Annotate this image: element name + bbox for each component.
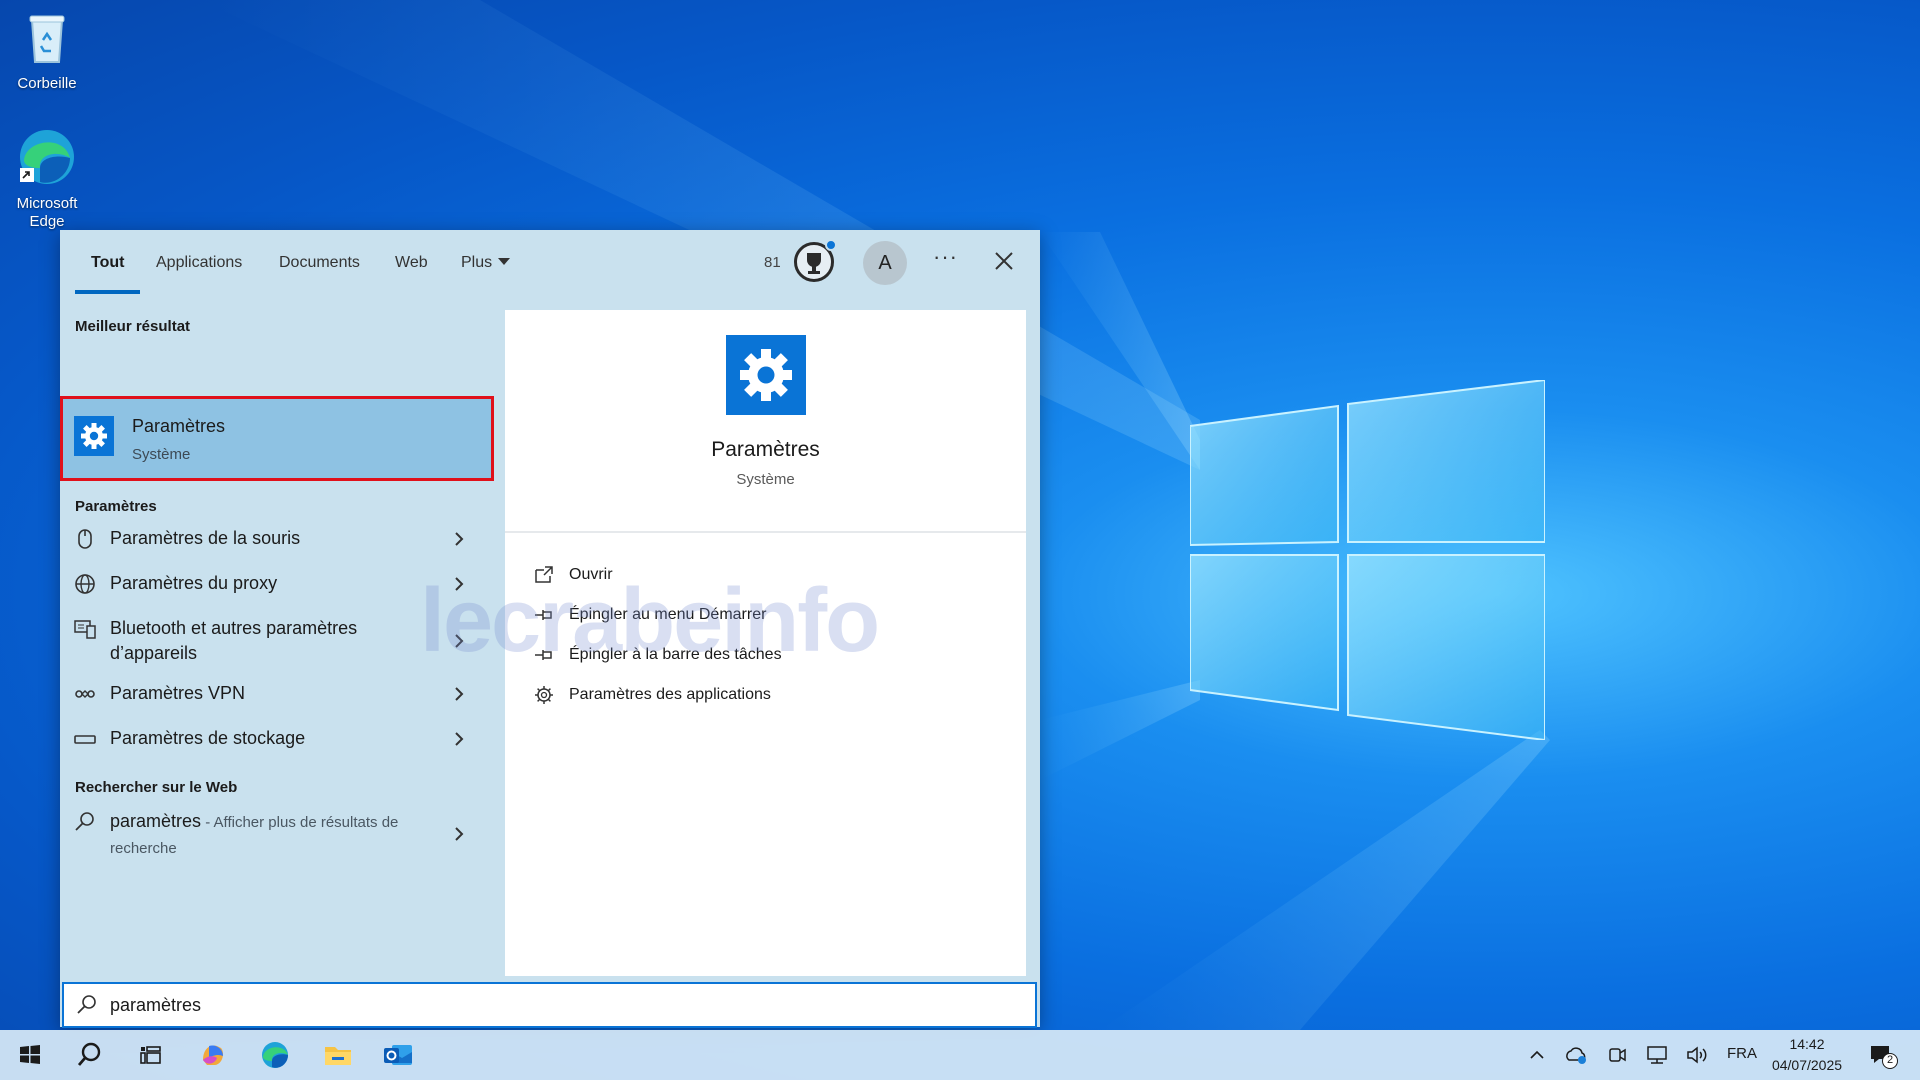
list-item-label: Paramètres de stockage (110, 728, 306, 748)
recycle-bin-icon[interactable]: Corbeille (4, 8, 90, 93)
web-search-query: paramètres (110, 811, 202, 831)
settings-gear-icon (74, 416, 114, 456)
vpn-icon (75, 690, 95, 698)
taskbar-search-button[interactable] (72, 1038, 108, 1072)
chevron-right-icon (455, 634, 464, 648)
results-list: Meilleur résultat Paramètres Système Par… (60, 294, 505, 976)
mouse-icon (78, 529, 92, 549)
task-view-button[interactable] (132, 1038, 168, 1072)
preview-title: Paramètres (711, 438, 820, 461)
file-explorer-icon[interactable] (320, 1038, 356, 1072)
list-item-label: Bluetooth et autres paramètres d’apparei… (110, 618, 358, 663)
pin-taskbar-action[interactable]: Épingler à la barre des tâches (533, 640, 933, 670)
preview-subtitle: Système (736, 471, 795, 488)
search-box (62, 982, 1037, 1028)
notification-center-button[interactable]: 2 (1868, 1042, 1898, 1070)
best-match-name: Paramètres (132, 416, 226, 436)
gear-icon (535, 686, 553, 704)
edge-icon (20, 130, 74, 184)
search-filter-bar: Tout Applications Documents Web Plus 81 … (60, 230, 1040, 294)
tab-documents[interactable]: Documents (279, 254, 360, 294)
desktop-icon-label: Microsoft Edge (16, 195, 78, 230)
list-item[interactable]: Paramètres du proxy (60, 564, 505, 608)
rewards-trophy-icon[interactable] (794, 239, 837, 282)
storage-icon (74, 735, 96, 744)
trash-icon (29, 15, 65, 63)
settings-gear-icon (726, 335, 806, 415)
tab-all[interactable]: Tout (74, 254, 142, 294)
start-button[interactable] (12, 1038, 48, 1072)
more-options-button[interactable]: ··· (933, 244, 958, 270)
system-clock[interactable]: 14:42 04/07/2025 (1762, 1034, 1852, 1076)
chevron-right-icon (455, 532, 464, 546)
list-item-label: Paramètres de la souris (110, 528, 301, 548)
search-icon (75, 812, 94, 831)
action-label: Épingler à la barre des tâches (569, 646, 782, 663)
list-item[interactable]: Paramètres VPN (60, 674, 505, 718)
notification-badge: 2 (1882, 1053, 1898, 1069)
edge-icon[interactable] (257, 1038, 293, 1072)
onedrive-icon[interactable] (1565, 1044, 1589, 1066)
taskbar: FRA 14:42 04/07/2025 2 (0, 1030, 1920, 1080)
settings-section-heading: Paramètres (75, 498, 157, 515)
chevron-right-icon (455, 577, 464, 591)
search-flyout: Tout Applications Documents Web Plus 81 … (60, 230, 1040, 1027)
volume-icon[interactable] (1685, 1044, 1709, 1066)
search-icon (77, 995, 96, 1014)
copilot-icon[interactable] (195, 1038, 231, 1072)
network-icon[interactable] (1645, 1044, 1669, 1066)
close-icon[interactable] (987, 244, 1021, 278)
action-label: Ouvrir (569, 566, 613, 583)
list-item-label: Paramètres du proxy (110, 573, 278, 593)
list-item[interactable]: Paramètres de la souris (60, 519, 505, 563)
trophy-icon (807, 253, 821, 274)
globe-icon (75, 574, 95, 594)
pin-icon (535, 610, 552, 620)
best-match-subtitle: Système (132, 446, 191, 463)
chevron-up-icon[interactable] (1527, 1045, 1547, 1065)
open-action[interactable]: Ouvrir (533, 560, 933, 590)
list-item[interactable]: Paramètres de stockage (60, 719, 505, 763)
search-input[interactable] (110, 990, 1010, 1020)
tab-more-label: Plus (461, 254, 493, 271)
edge-desktop-icon[interactable]: Microsoft Edge (4, 128, 90, 231)
tab-web[interactable]: Web (395, 254, 428, 294)
open-icon (535, 566, 553, 583)
action-label: Paramètres des applications (569, 686, 771, 703)
tab-more[interactable]: Plus (461, 254, 511, 294)
web-search-heading: Rechercher sur le Web (75, 779, 238, 796)
list-item-label: Paramètres VPN (110, 683, 246, 703)
chevron-right-icon (455, 687, 464, 701)
list-item[interactable]: Bluetooth et autres paramètres d’apparei… (60, 609, 505, 673)
clock-time: 14:42 (1789, 1036, 1825, 1052)
language-indicator[interactable]: FRA (1727, 1045, 1757, 1062)
pin-start-action[interactable]: Épingler au menu Démarrer (533, 600, 933, 630)
windows-icon (20, 1045, 40, 1064)
outlook-icon[interactable] (380, 1038, 416, 1072)
user-avatar[interactable]: A (863, 241, 907, 285)
pin-icon (535, 650, 552, 660)
desktop-icon-label: Corbeille (17, 75, 77, 92)
notification-dot (825, 239, 837, 251)
tab-applications[interactable]: Applications (156, 254, 242, 294)
chevron-down-icon (498, 258, 511, 265)
divider (505, 531, 1026, 533)
chevron-right-icon (455, 827, 464, 841)
best-match-result[interactable]: Paramètres Système (60, 396, 494, 481)
devices-icon (74, 620, 96, 639)
meet-now-icon[interactable] (1606, 1044, 1628, 1066)
web-search-result[interactable]: paramètres - Afficher plus de résultats … (60, 802, 505, 866)
rewards-points: 81 (764, 254, 781, 271)
web-search-label: paramètres - Afficher plus de résultats … (110, 809, 410, 861)
action-label: Épingler au menu Démarrer (569, 606, 767, 623)
result-preview-pane: Paramètres Système Ouvrir Épingler au me… (505, 310, 1026, 976)
chevron-right-icon (455, 732, 464, 746)
clock-date: 04/07/2025 (1771, 1057, 1843, 1073)
app-settings-action[interactable]: Paramètres des applications (533, 680, 933, 710)
best-match-heading: Meilleur résultat (75, 318, 191, 335)
windows-logo-wallpaper (1190, 380, 1545, 740)
